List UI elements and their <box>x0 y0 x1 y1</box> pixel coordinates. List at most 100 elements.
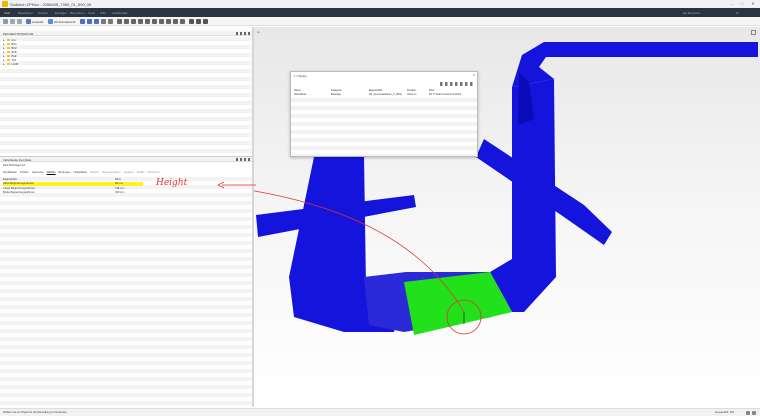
tree-item[interactable]: ▸ L1GB <box>3 62 18 66</box>
tab-details[interactable]: Details <box>137 171 145 175</box>
column-header-property: Eigenschaft <box>3 177 17 181</box>
status-bar: Wählen Sie ein Objekt für die Darstellun… <box>0 408 760 416</box>
render-icon[interactable] <box>189 19 194 24</box>
menu-bar: Start Bearbeiten Ansicht Einfügen Berech… <box>0 8 760 17</box>
properties-header-row: Eigenschaft Wert <box>3 177 248 181</box>
close-icon[interactable]: ✕ <box>749 1 757 7</box>
clip-icon[interactable] <box>166 19 171 24</box>
dialog-column-name: Name <box>294 89 301 92</box>
dialog-cell: D1_Innenunterkante_Z_Höhe <box>369 93 402 96</box>
properties-tabs: Identifikation Position Geometrie Fläche… <box>3 171 160 175</box>
properties-header: Individuelle Formfeile <box>0 157 252 162</box>
hide-icon[interactable] <box>173 19 178 24</box>
tab-bindings[interactable]: Bindungen <box>59 171 71 175</box>
menu-item-tools[interactable]: Tools <box>88 11 95 15</box>
project-tree-list <box>0 37 252 155</box>
tab-surfaces[interactable]: Flächen <box>47 171 56 175</box>
property-row-length[interactable]: Länge Begrenzungsrahmen 148 mm <box>3 186 248 190</box>
properties-title: Individuelle Formfeile <box>3 158 32 162</box>
settings-icon[interactable]: ⚙ <box>736 11 739 15</box>
maximize-icon[interactable]: □ <box>738 1 746 7</box>
panel-controls-icon[interactable] <box>236 158 250 161</box>
panel-controls-icon[interactable] <box>236 32 250 35</box>
menu-item-insert[interactable]: Einfügen <box>55 11 67 15</box>
menu-item-view[interactable]: Ansicht <box>38 11 48 15</box>
dialog-column-category: Kategorie <box>331 89 342 92</box>
title-bar: Sudkirch ZPNux - 2056655_7369_01_800_06 … <box>0 0 760 8</box>
window-title: Sudkirch ZPNux - 2056655_7369_01_800_06 <box>10 2 92 7</box>
height-annotation: Height <box>156 178 188 188</box>
zoom-out-icon[interactable] <box>124 19 129 24</box>
folder-icon <box>6 58 10 62</box>
menu-item-start[interactable]: Start <box>4 11 10 15</box>
close-icon[interactable]: ✕ <box>472 73 475 77</box>
folder-icon <box>6 62 10 66</box>
redo-icon[interactable] <box>17 19 22 24</box>
objects-dialog[interactable]: 1 Objekte ✕ Name Kategorie Eigenschaft P… <box>290 71 478 157</box>
zoom-in-icon[interactable] <box>117 19 122 24</box>
user-menu[interactable]: Ein Benutzer <box>683 11 700 15</box>
tab-object-factor[interactable]: Objektfaktor <box>74 171 87 175</box>
chevron-right-icon: ▸ <box>3 62 5 66</box>
folder-icon <box>6 54 10 58</box>
tab-geometry[interactable]: Geometrie <box>32 171 44 175</box>
menu-item-hide[interactable]: Ausblenden <box>112 11 128 15</box>
properties-subtitle: R1S Dehnfugen 10 <box>3 164 26 167</box>
app-logo-icon <box>2 1 8 7</box>
status-icon[interactable] <box>752 411 756 415</box>
tab-position[interactable]: Position <box>20 171 29 175</box>
tab-tolerances[interactable]: Toleranzen <box>147 171 159 175</box>
tool-icon-3[interactable] <box>94 19 99 24</box>
section-icon[interactable] <box>159 19 164 24</box>
status-icon[interactable] <box>746 411 750 415</box>
folder-icon <box>6 42 10 46</box>
selection-count: Ausgewählt: 100 <box>714 411 734 414</box>
light-icon[interactable] <box>196 19 201 24</box>
pan-icon[interactable] <box>138 19 143 24</box>
measure-icon[interactable] <box>152 19 157 24</box>
dialog-title: 1 Objekte <box>294 74 307 78</box>
folder-icon <box>6 38 10 42</box>
select-icon[interactable] <box>26 19 31 24</box>
dialog-cell: Dichtelfuse <box>294 93 307 96</box>
properties-panel: Individuelle Formfeile R1S Dehnfugen 10 … <box>0 156 252 408</box>
show-all-icon[interactable] <box>180 19 185 24</box>
dialog-cell: Befestigt <box>331 93 341 96</box>
rotate-icon[interactable] <box>145 19 150 24</box>
view-mode-select[interactable]: 3D Rundansicht <box>54 20 75 24</box>
property-row-width[interactable]: Breite Begrenzungsrahmen 150 mm <box>3 191 248 195</box>
project-tree-header: PROJEKTSTRUKTUR <box>0 31 252 36</box>
zoom-fit-icon[interactable] <box>131 19 136 24</box>
menu-item-edit[interactable]: Bearbeiten <box>18 11 33 15</box>
folder-icon <box>6 46 10 50</box>
properties-table <box>0 177 252 408</box>
undo-icon[interactable] <box>10 19 15 24</box>
property-row-height[interactable]: Höhe Begrenzungsrahmen 99 mm <box>3 181 143 186</box>
tool-icon-5[interactable] <box>108 19 113 24</box>
dialog-cell: Unter ne <box>407 93 417 96</box>
status-message: Wählen Sie ein Objekt für die Darstellun… <box>3 411 67 414</box>
dialog-toolbar-icons[interactable] <box>440 82 474 86</box>
dialog-column-property: Eigenschaft <box>369 89 383 92</box>
tab-quantities[interactable]: Massenangaben <box>102 171 121 175</box>
tool-icon-4[interactable] <box>101 19 106 24</box>
tab-static[interactable]: Statisch <box>90 171 99 175</box>
folder-icon <box>6 50 10 54</box>
tool-icon-1[interactable] <box>80 19 85 24</box>
select-label[interactable]: Auswahl <box>32 20 43 24</box>
view-cube-icon[interactable] <box>48 19 53 24</box>
dialog-column-value: Wert <box>429 89 435 92</box>
save-icon[interactable] <box>3 19 8 24</box>
tab-compare[interactable]: Vergleich <box>123 171 133 175</box>
tab-identification[interactable]: Identifikation <box>3 171 17 175</box>
project-tree-panel: PROJEKTSTRUKTUR ▸ rlsn ▸ BO1 ▸ BO2 ▸ B1B ▸ B1… <box>0 27 252 155</box>
column-header-value: Wert <box>115 177 121 181</box>
dialog-cell: D1 H Tiefe Frontal Innenfront <box>429 93 462 96</box>
dialog-table-body <box>291 98 477 156</box>
camera-icon[interactable] <box>203 19 208 24</box>
menu-item-calculate[interactable]: Berechnen <box>70 11 85 15</box>
menu-item-help[interactable]: Hilfe <box>100 11 106 15</box>
tool-icon-2[interactable] <box>87 19 92 24</box>
minimize-icon[interactable]: – <box>728 1 736 7</box>
project-tree-title: PROJEKTSTRUKTUR <box>3 32 34 36</box>
